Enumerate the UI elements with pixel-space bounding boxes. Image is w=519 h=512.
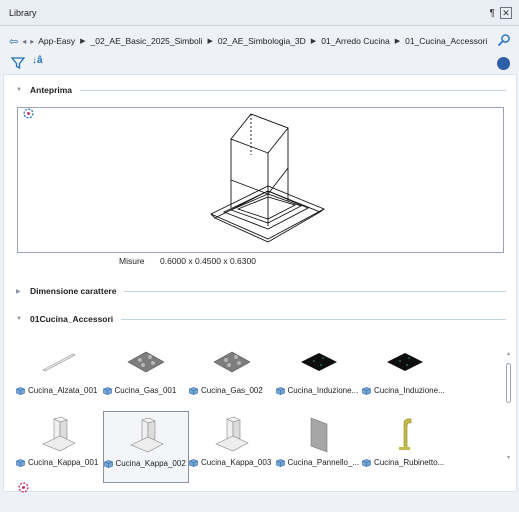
scroll-down-icon[interactable]: ▼ [506,455,511,461]
item-caption: Cucina_Kappa_003 [189,458,275,467]
item-caption: Cucina_Kappa_002 [103,459,190,468]
kappa-thumbnail [127,415,167,455]
kappa-thumbnail [212,414,252,454]
library-toolbar: ↓â [0,54,519,72]
item-label: Cucina_Alzata_001 [28,386,98,395]
window-titlebar: Library ¶ ✕ [0,0,519,26]
view-reset-icon[interactable] [23,108,34,119]
item-caption: Cucina_Induzione... [362,386,448,395]
close-icon[interactable]: ✕ [500,7,512,19]
item-label: Cucina_Pannello_... [287,458,360,467]
collapse-left-icon[interactable]: ◂ [22,37,26,46]
item-caption: Cucina_Induzione... [275,386,362,395]
induzione-thumbnail [299,342,339,382]
section-divider [124,290,506,292]
library-item[interactable]: Cucina_Pannello_... [275,411,362,483]
kappa-thumbnail [39,414,79,454]
breadcrumb-separator-icon[interactable]: ▶ [395,37,400,45]
breadcrumb-item[interactable]: App-Easy [38,36,75,46]
back-arrow-icon[interactable]: ⇦ [9,35,18,48]
window-title: Library [9,7,37,18]
library-panel: ▼ Anteprima Misure 0.6000 x 0.4500 x 0.6… [3,74,518,493]
item-caption: Cucina_Gas_001 [102,386,189,395]
symbol-file-icon [16,386,25,395]
breadcrumb: ⇦ ◂ ▸ App-Easy ▶ _02_AE_Basic_2025_Simbo… [0,31,519,51]
sort-icon[interactable]: ↓â [32,55,43,66]
library-item[interactable]: Cucina_Gas_001 [102,339,189,411]
item-label: Cucina_Kappa_002 [115,459,186,468]
symbol-file-icon [189,458,198,467]
item-grid: Cucina_Alzata_001 Cucina_Gas_001 Cucina_Ga… [12,339,502,484]
search-icon[interactable] [497,33,511,47]
library-item[interactable]: Cucina_Kappa_001 [16,411,102,483]
item-caption: Cucina_Pannello_... [275,458,362,467]
section-divider [121,318,506,320]
chevron-right-icon[interactable]: ▶ [16,288,24,295]
symbol-file-icon [362,386,371,395]
symbol-file-icon [16,458,25,467]
dimension-section-header[interactable]: ▶ Dimensione carattere [16,286,506,296]
library-item[interactable]: Cucina_Kappa_003 [189,411,275,483]
dimensions-value: 0.6000 x 0.4500 x 0.6300 [160,256,256,266]
pin-icon[interactable]: ¶ [490,8,495,19]
symbol-file-icon [103,459,113,468]
library-item[interactable]: Cucina_Gas_002 [189,339,275,411]
symbol-file-icon [275,386,285,395]
globe-icon[interactable] [497,57,510,70]
item-caption: Cucina_Gas_002 [189,386,275,395]
chevron-down-icon[interactable]: ▼ [16,87,24,93]
symbol-file-icon [362,458,371,467]
breadcrumb-separator-icon[interactable]: ▶ [80,37,85,45]
breadcrumb-item[interactable]: 02_AE_Simbologia_3D [218,36,306,46]
item-caption: Cucina_Alzata_001 [16,386,102,395]
symbol-file-icon [102,386,112,395]
breadcrumb-item[interactable]: 01_Cucina_Accessori [405,36,487,46]
rubinetto-thumbnail [385,414,425,454]
item-label: Cucina_Gas_002 [201,386,263,395]
item-label: Cucina_Induzione... [287,386,359,395]
induzione-thumbnail [385,342,425,382]
item-label: Cucina_Kappa_001 [28,458,99,467]
filter-icon[interactable] [11,56,25,70]
dimensions-row: Misure 0.6000 x 0.4500 x 0.6300 [4,256,518,268]
preview-viewport[interactable] [17,107,504,253]
library-item[interactable]: Cucina_Rubinetto... [362,411,448,483]
section-divider [80,89,506,91]
library-item[interactable]: Cucina_Kappa_002 [102,411,190,483]
breadcrumb-item[interactable]: 01_Arredo Cucina [321,36,390,46]
breadcrumb-item[interactable]: _02_AE_Basic_2025_Simboli [91,36,203,46]
pannello-thumbnail [299,414,339,454]
item-caption: Cucina_Kappa_001 [16,458,102,467]
folder-section-header[interactable]: ▼ 01Cucina_Accessori [16,314,506,324]
symbol-file-icon [189,386,198,395]
item-label: Cucina_Kappa_003 [201,458,272,467]
library-item[interactable]: Cucina_Induzione... [275,339,362,411]
preview-section-header[interactable]: ▼ Anteprima [16,85,506,95]
gas-thumbnail [126,342,166,382]
item-label: Cucina_Gas_001 [114,386,177,395]
scroll-up-icon[interactable]: ▲ [506,351,511,357]
library-item[interactable]: Cucina_Alzata_001 [16,339,102,411]
library-item[interactable]: Cucina_Induzione... [362,339,448,411]
symbol-file-icon [275,458,285,467]
hood-3d-preview [209,113,326,243]
item-caption: Cucina_Rubinetto... [362,458,448,467]
folder-section-title: 01Cucina_Accessori [30,314,114,324]
item-label: Cucina_Rubinetto... [374,458,445,467]
item-label: Cucina_Induzione... [374,386,445,395]
expand-right-icon[interactable]: ▸ [30,37,34,46]
preview-section-title: Anteprima [30,85,73,95]
grid-scrollbar[interactable]: ▲ ▼ [506,351,511,461]
view-reset-icon[interactable] [18,482,29,493]
dimensions-label: Misure [119,256,145,266]
dimension-section-title: Dimensione carattere [30,286,117,296]
breadcrumb-separator-icon[interactable]: ▶ [208,37,213,45]
alzata-thumbnail [39,342,79,382]
chevron-down-icon[interactable]: ▼ [16,316,24,322]
breadcrumb-separator-icon[interactable]: ▶ [311,37,316,45]
gas-thumbnail [212,342,252,382]
scrollbar-thumb[interactable] [506,363,511,403]
